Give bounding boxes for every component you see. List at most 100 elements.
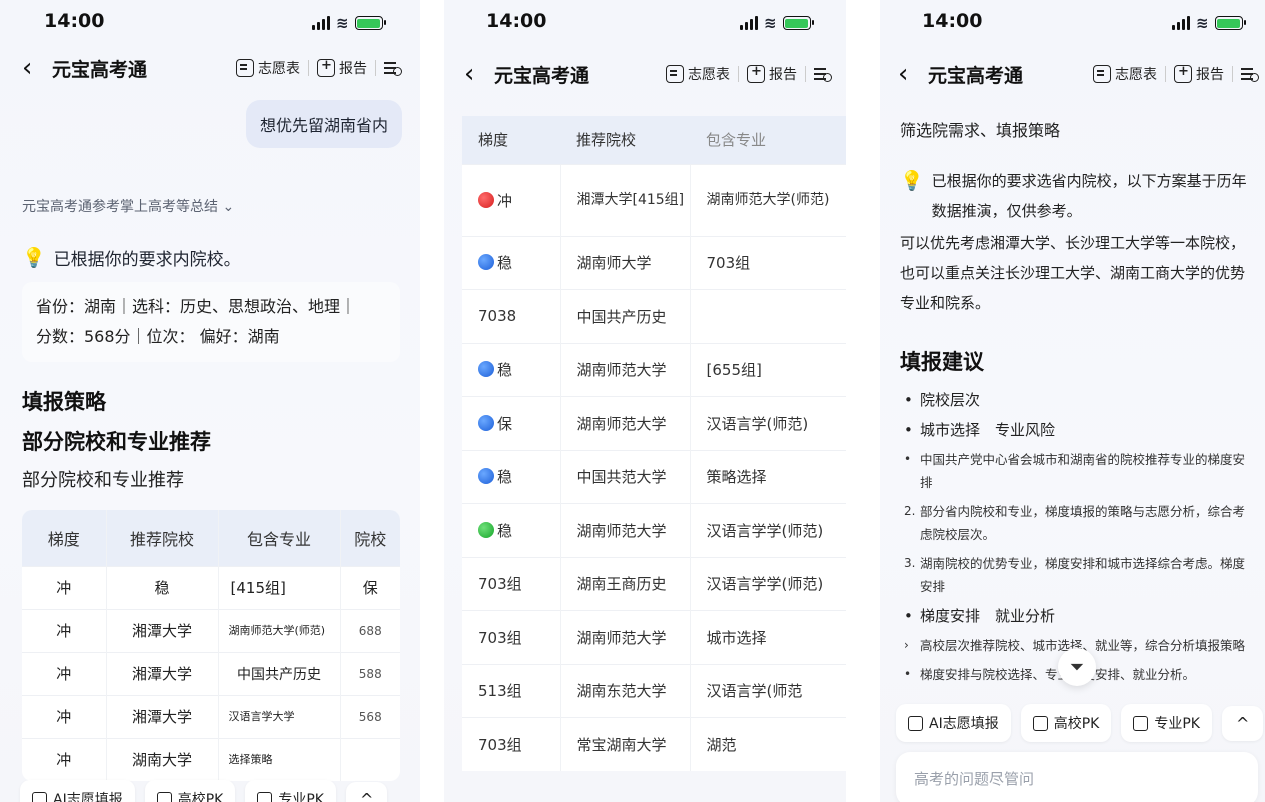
report-button[interactable]: 报告: [747, 64, 797, 84]
table-row: 保湖南师范大学 汉语言学(师范): [462, 396, 846, 450]
table-header: 院校: [339, 510, 400, 566]
ai-fill-button[interactable]: AI志愿填报: [20, 780, 135, 802]
form-button[interactable]: 志愿表: [236, 58, 300, 78]
lightbulb-icon: 💡: [22, 247, 46, 269]
table-row: 稳中国共范大学 策略选择: [462, 449, 846, 504]
battery-icon: [1214, 16, 1246, 30]
book-icon: [257, 791, 273, 802]
wifi-icon: ≋: [336, 14, 349, 32]
table-row: 冲 湘潭大学 湖南师范大学(师范) 688: [22, 608, 400, 652]
summary-toggle[interactable]: 元宝高考通参考掌上高考等总结 ⌄: [22, 196, 234, 216]
chevron-down-icon: ⌄: [222, 199, 235, 215]
status-time: 14:00: [486, 10, 547, 32]
chevron-up-icon: ^: [1235, 713, 1250, 733]
school-icon: [156, 791, 172, 802]
status-time: 14:00: [44, 10, 105, 32]
list-item: 中国共产党中心省会城市和湖南省的院校推荐专业的梯度安排: [900, 448, 1255, 494]
phone-screen-2: 14:00 ≋ ‹ 元宝高考通 志愿表 报告 梯度 推荐院校 包含专业 冲湘潭大…: [444, 0, 846, 802]
table-row: 冲 湘潭大学 汉语言学大学 568: [22, 694, 400, 738]
wifi-icon: ≋: [1196, 14, 1209, 32]
top-navbar: ‹ 元宝高考通 志愿表 报告: [0, 48, 420, 88]
ai-form-icon: [908, 715, 923, 731]
form-button[interactable]: 志愿表: [1093, 64, 1157, 84]
table-header: 梯度: [22, 510, 106, 566]
subheading-recommend: 部分院校和专业推荐: [22, 470, 184, 491]
intro-tail: 筛选院需求、填报策略: [900, 121, 1061, 140]
table-row: 稳湖南师范大学 汉语言学学(师范): [462, 503, 846, 557]
advice-paragraph: 可以优先考虑湘潭大学、长沙理工大学等一本院校，也可以重点关注长沙理工大学、湖南工…: [900, 234, 1246, 312]
list-item: 湖南院校的优势专业，梯度安排和城市选择综合考虑。梯度安排: [900, 552, 1255, 598]
quick-action-bar: AI志愿填报 高校PK 专业PK ^: [896, 704, 1264, 742]
major-pk-button[interactable]: 专业PK: [1121, 704, 1212, 742]
advice-list: 院校层次城市选择 专业风险中国共产党中心省会城市和湖南省的院校推荐专业的梯度安排…: [900, 388, 1255, 692]
list-item: 部分省内院校和专业，梯度填报的策略与志愿分析，综合考虑院校层次。: [900, 500, 1255, 546]
bulb-line: 💡 已根据你的要求内院校。: [22, 247, 241, 270]
status-time: 14:00: [922, 10, 983, 32]
form-button[interactable]: 志愿表: [666, 64, 730, 84]
question-input[interactable]: 高考的问题尽管问: [896, 752, 1258, 802]
form-icon: [1093, 65, 1111, 83]
ai-form-icon: [32, 791, 47, 802]
table-row: 稳湖南师范大学 [655组]: [462, 342, 846, 397]
major-pk-button[interactable]: 专业PK: [245, 780, 336, 802]
wifi-icon: ≋: [764, 14, 777, 32]
chevron-up-icon: ^: [359, 789, 374, 802]
history-menu-icon[interactable]: [814, 65, 832, 83]
quick-action-bar: AI志愿填报 高校PK 专业PK ^: [20, 780, 388, 802]
list-item: 梯度安排 就业分析: [900, 604, 1255, 628]
heading-advice: 填报建议: [900, 350, 984, 374]
school-pk-button[interactable]: 高校PK: [144, 780, 236, 802]
list-item: 院校层次: [900, 388, 1255, 412]
blue-dot-icon: [478, 414, 494, 431]
red-dot-icon: [478, 191, 494, 208]
recommend-table: 梯度 推荐院校 包含专业 院校 冲 稳 [415组] 保 冲 湘潭大学 湖南师范…: [22, 510, 400, 781]
back-icon[interactable]: ‹: [898, 61, 920, 87]
report-icon: [747, 64, 765, 83]
table-header: 推荐院校: [105, 510, 218, 566]
phone-screen-1: 14:00 ≋ ‹ 元宝高考通 志愿表 报告 想优先留湖南省内 元宝高考通参考掌…: [0, 0, 420, 802]
table-row: 冲 稳 [415组] 保: [22, 565, 400, 609]
scroll-down-button[interactable]: ⏷: [1058, 648, 1096, 686]
heading-strategy: 填报策略: [22, 390, 106, 414]
expand-button[interactable]: ^: [1221, 705, 1264, 741]
user-message-bubble: 想优先留湖南省内: [245, 100, 402, 148]
battery-icon: [354, 16, 386, 30]
signal-icon: [1172, 16, 1190, 30]
table-row: 7038 中国共产历史: [462, 289, 846, 343]
signal-icon: [312, 16, 330, 30]
history-menu-icon[interactable]: [1241, 65, 1259, 83]
arrow-down-icon: ⏷: [1069, 656, 1085, 678]
table-row: 703组 湖南王商历史 汉语言学学(师范): [462, 556, 846, 611]
form-icon: [236, 59, 254, 77]
table-header: 推荐院校: [560, 116, 690, 164]
table-row: 冲湘潭大学[415组] 湖南师范大学(师范): [462, 163, 846, 236]
green-dot-icon: [478, 521, 494, 538]
book-icon: [1133, 715, 1149, 731]
top-navbar: ‹ 元宝高考通 志愿表 报告: [444, 54, 846, 94]
table-row: 冲 湘潭大学 中国共产历史 588: [22, 651, 400, 695]
heading-recommend: 部分院校和专业推荐: [22, 430, 211, 454]
phone-screen-3: 14:00 ≋ ‹ 元宝高考通 志愿表 报告 筛选院需求、填报策略 💡 已根据你…: [880, 0, 1265, 802]
expand-button[interactable]: ^: [345, 781, 388, 802]
report-button[interactable]: 报告: [317, 58, 367, 78]
app-title: 元宝高考通: [494, 64, 590, 87]
app-title: 元宝高考通: [52, 58, 148, 81]
form-icon: [666, 65, 684, 83]
school-pk-button[interactable]: 高校PK: [1020, 704, 1112, 742]
table-row: 稳湖南师大学 703组: [462, 235, 846, 290]
blue-dot-icon: [478, 361, 494, 378]
status-bar: 14:00 ≋: [0, 8, 420, 38]
history-menu-icon[interactable]: [384, 59, 402, 77]
ai-fill-button[interactable]: AI志愿填报: [896, 704, 1011, 742]
lightbulb-icon: 💡: [900, 170, 924, 192]
table-row: 冲 湖南大学 选择策略: [22, 737, 400, 781]
report-button[interactable]: 报告: [1174, 64, 1224, 84]
table-header: 梯度: [462, 116, 560, 164]
bulb-paragraph: 💡 已根据你的要求选省内院校，以下方案基于历年数据推演，仅供参考。: [900, 166, 1250, 226]
back-icon[interactable]: ‹: [464, 61, 486, 87]
status-bar: 14:00 ≋: [880, 8, 1265, 38]
report-icon: [317, 58, 335, 77]
blue-dot-icon: [478, 254, 494, 271]
table-header: 包含专业: [690, 116, 846, 164]
back-icon[interactable]: ‹: [22, 55, 44, 81]
